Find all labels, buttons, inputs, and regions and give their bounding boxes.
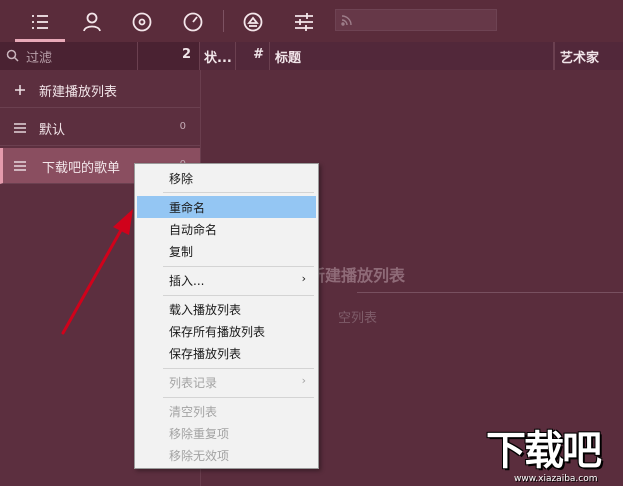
artist-tab-button[interactable]: [75, 6, 109, 38]
menu-separator: [163, 266, 314, 267]
toolbar-search-field[interactable]: [335, 9, 497, 31]
sidebar-item-label: 下载吧的歌单: [42, 161, 121, 176]
empty-divider: [357, 292, 623, 293]
column-status[interactable]: 状...: [201, 42, 236, 70]
menu-label: 移除重复项: [169, 427, 230, 441]
empty-playlist-title: 新建播放列表: [309, 266, 406, 285]
menu-separator: [163, 192, 314, 193]
eject-icon: [243, 12, 263, 32]
menu-item-clear-list: 清空列表: [137, 400, 316, 422]
menu-item-list-history: 列表记录 ›: [137, 371, 316, 393]
filter-input[interactable]: 过滤: [0, 42, 138, 70]
menu-label: 自动命名: [169, 223, 218, 237]
artist-icon: [83, 12, 101, 32]
album-tab-button[interactable]: [125, 6, 159, 38]
menu-item-insert[interactable]: 插入... ›: [137, 269, 316, 291]
chevron-right-icon: ›: [301, 374, 306, 387]
menu-item-rename[interactable]: 重命名: [137, 196, 316, 218]
sidebar-item-label: 默认: [39, 123, 66, 138]
column-title[interactable]: 标题: [270, 42, 554, 70]
column-number[interactable]: #: [236, 42, 270, 70]
header-row: 过滤 2 状... # 标题 艺术家: [0, 42, 623, 70]
new-playlist-label: 新建播放列表: [39, 85, 118, 100]
menu-label: 移除: [169, 172, 194, 186]
rss-feed-icon: [341, 15, 352, 26]
eject-tab-button[interactable]: [236, 6, 270, 38]
menu-separator: [163, 397, 314, 398]
menu-label: 重命名: [169, 201, 206, 215]
menu-label: 保存播放列表: [169, 347, 242, 361]
sidebar-item-default[interactable]: 默认 0: [0, 110, 200, 146]
menu-item-remove[interactable]: 移除: [137, 167, 316, 189]
gauge-icon: [183, 12, 203, 32]
album-disc-icon: [132, 12, 152, 32]
plus-icon: [15, 85, 25, 95]
watermark: 下载吧 www.xiazaiba.com: [486, 428, 623, 486]
menu-item-remove-duplicates: 移除重复项: [137, 422, 316, 444]
menu-item-save-all-playlists[interactable]: 保存所有播放列表: [137, 320, 316, 342]
menu-label: 插入...: [169, 274, 205, 288]
column-artist[interactable]: 艺术家: [554, 42, 623, 70]
list-icon: [14, 161, 26, 171]
empty-playlist-subtitle: 空列表: [338, 311, 378, 326]
menu-separator: [163, 295, 314, 296]
menu-separator: [163, 368, 314, 369]
menu-label: 保存所有播放列表: [169, 325, 266, 339]
equalizer-sliders-icon: [295, 13, 313, 31]
watermark-url: www.xiazaiba.com: [514, 474, 598, 484]
filter-placeholder: 过滤: [26, 51, 53, 66]
menu-label: 移除无效项: [169, 449, 230, 463]
watermark-logo: 下载吧: [486, 428, 602, 474]
list-icon: [14, 123, 26, 133]
context-menu: 移除 重命名 自动命名 复制 插入... › 载入播放列表 保存所有播放列表 保存…: [134, 163, 319, 469]
menu-label: 载入播放列表: [169, 303, 242, 317]
new-playlist-button[interactable]: 新建播放列表: [0, 72, 200, 108]
toolbar-separator: [223, 10, 224, 32]
menu-item-save-playlist[interactable]: 保存播放列表: [137, 342, 316, 364]
playlist-icon: [32, 15, 48, 29]
menu-item-load-playlist[interactable]: 载入播放列表: [137, 298, 316, 320]
menu-label: 清空列表: [169, 405, 218, 419]
menu-label: 复制: [169, 245, 194, 259]
playlist-tab-button[interactable]: [15, 6, 65, 42]
red-arrow-icon: [61, 209, 133, 335]
menu-item-auto-rename[interactable]: 自动命名: [137, 218, 316, 240]
search-icon: [6, 49, 19, 62]
menu-item-remove-invalid: 移除无效项: [137, 444, 316, 466]
playlist-count: 2: [138, 42, 200, 70]
equalizer-tab-button[interactable]: [287, 6, 321, 38]
top-toolbar: [0, 0, 623, 42]
chevron-right-icon: ›: [301, 272, 306, 285]
sidebar-item-count: 0: [179, 121, 186, 132]
gauge-tab-button[interactable]: [176, 6, 210, 38]
menu-label: 列表记录: [169, 376, 218, 390]
menu-item-duplicate[interactable]: 复制: [137, 240, 316, 262]
